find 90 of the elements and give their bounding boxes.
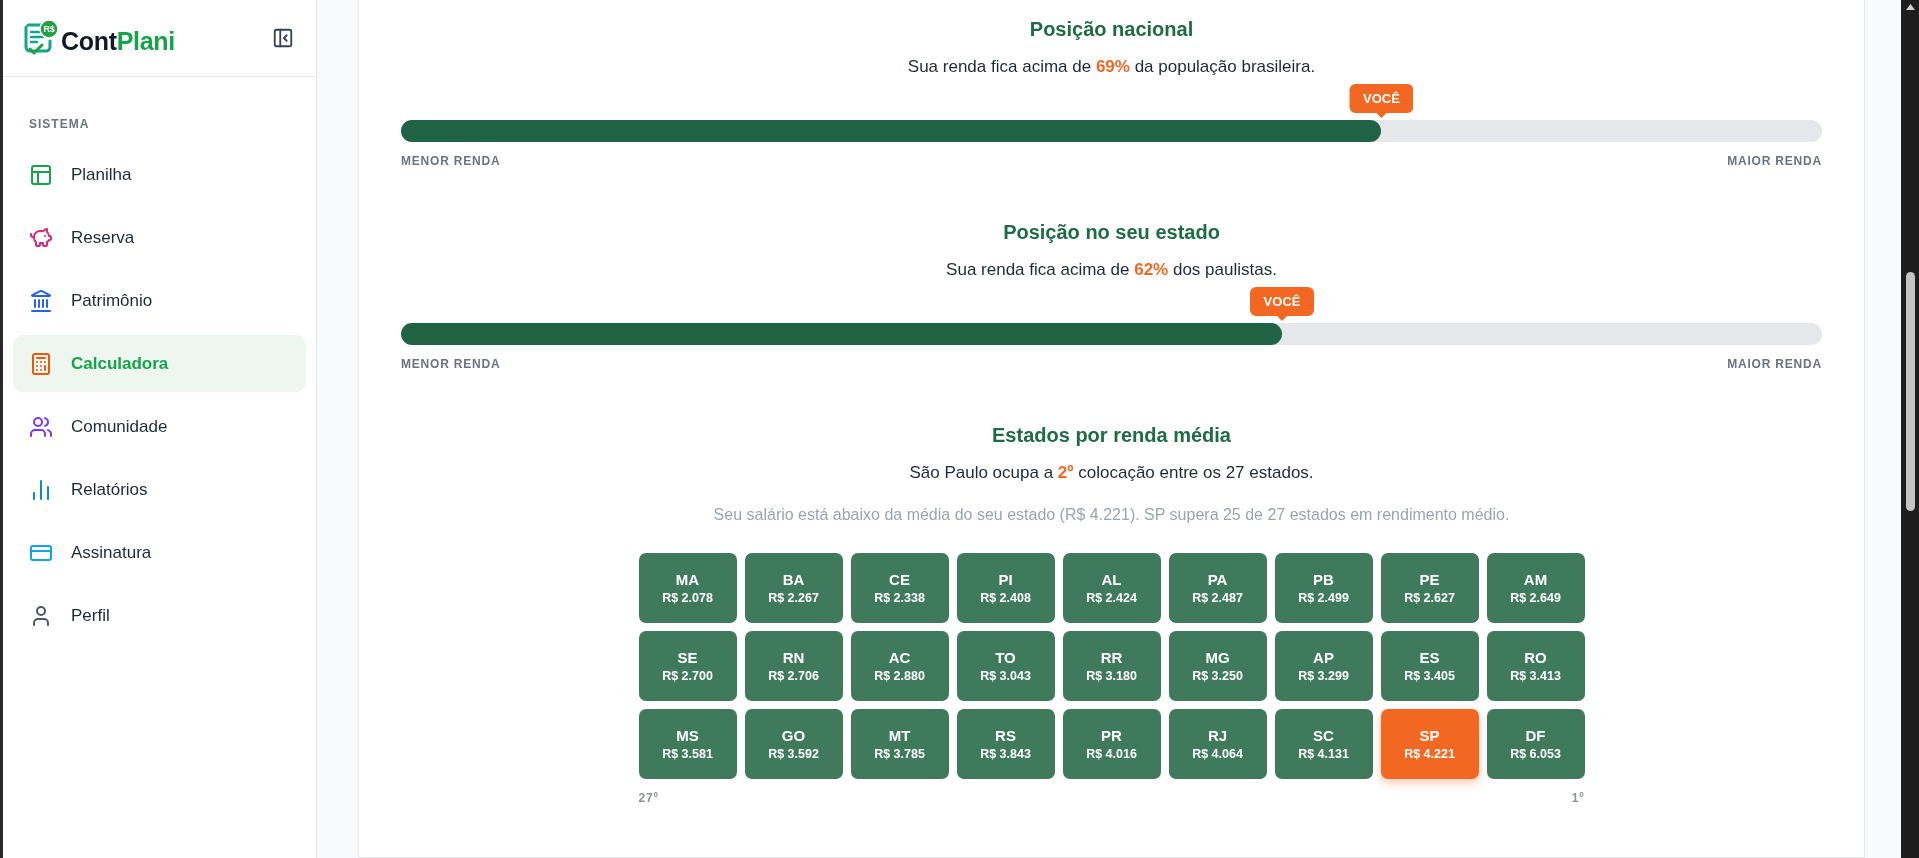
state-income: R$ 3.405 (1404, 668, 1455, 684)
users-icon (29, 414, 53, 439)
state-code: CE (889, 570, 910, 588)
state-income: R$ 2.627 (1404, 590, 1455, 606)
nav-item[interactable]: Planilha (13, 146, 306, 203)
state-code: RO (1524, 648, 1547, 666)
state-code: MS (676, 726, 699, 744)
scale-label: MENOR RENDA (401, 356, 501, 372)
state-code: GO (781, 726, 806, 744)
state-code: BA (782, 570, 805, 588)
state-income: R$ 3.299 (1298, 668, 1349, 684)
state-income: R$ 2.267 (768, 590, 819, 606)
scale-label: MAIOR RENDA (1727, 356, 1822, 372)
state-code: DF (1525, 726, 1546, 744)
nav-item[interactable]: Patrimônio (13, 272, 306, 329)
state-code: RR (1100, 648, 1123, 666)
scale-label: MENOR RENDA (401, 153, 501, 169)
calculator-icon (29, 351, 53, 376)
state-code: PA (1207, 570, 1228, 588)
state-code: PE (1419, 570, 1440, 588)
state-income: R$ 2.706 (768, 668, 819, 684)
section-text: Sua renda fica acima de 69% da população brasileira. (907, 56, 1316, 78)
nav-item[interactable]: Assinatura (13, 524, 306, 581)
state-income: R$ 6.053 (1510, 746, 1561, 762)
section-text: Sua renda fica acima de 62% dos paulistas. (946, 259, 1277, 281)
logo-icon (22, 19, 58, 57)
state-income: R$ 3.413 (1510, 668, 1561, 684)
state-code: AL (1101, 570, 1122, 588)
state-income: R$ 3.785 (874, 746, 925, 762)
section-title: Posição nacional (1029, 17, 1194, 42)
bank-building-icon (29, 288, 53, 313)
state-income: R$ 3.843 (980, 746, 1031, 762)
state-code: PB (1313, 570, 1334, 588)
state-income: R$ 2.649 (1510, 590, 1561, 606)
state-code: ES (1419, 648, 1440, 666)
state-code: MG (1205, 648, 1230, 666)
section-note: Seu salário está abaixo da média do seu estado (R$ 4.221). SP supera 25 de 27 estados em rendimento médio. (713, 505, 1510, 525)
state-income: R$ 3.592 (768, 746, 819, 762)
state-income: R$ 3.250 (1192, 668, 1243, 684)
state-code: AP (1313, 648, 1334, 666)
state-code: SP (1419, 726, 1440, 744)
state-code: MT (888, 726, 911, 744)
state-code: TO (995, 648, 1016, 666)
state-code: RN (782, 648, 805, 666)
section-text: São Paulo ocupa a 2º colocação entre os 27 estados. (909, 462, 1314, 484)
nav-item[interactable]: Reserva (13, 209, 306, 266)
state-income: R$ 2.338 (874, 590, 925, 606)
state-income: R$ 3.180 (1086, 668, 1137, 684)
rank-label: 1º (1571, 790, 1585, 806)
state-code: PI (998, 570, 1013, 588)
state-income: R$ 2.499 (1298, 590, 1349, 606)
state-income: R$ 2.880 (874, 668, 925, 684)
state-income: R$ 4.131 (1298, 746, 1349, 762)
nav-item[interactable]: Comunidade (13, 398, 306, 455)
state-code: MA (675, 570, 700, 588)
nav-item[interactable]: Relatórios (13, 461, 306, 518)
state-income: R$ 3.581 (662, 746, 713, 762)
state-income: R$ 2.700 (662, 668, 713, 684)
position-marker: VOCÊ (1349, 84, 1414, 118)
piggy-bank-icon (29, 225, 53, 250)
panel-collapse-icon (272, 27, 294, 49)
scroll-up-arrow-icon[interactable] (1905, 4, 1915, 10)
collapse-sidebar-button[interactable] (272, 27, 294, 49)
state-income: R$ 4.016 (1086, 746, 1137, 762)
state-income: R$ 2.424 (1086, 590, 1137, 606)
table-icon (29, 162, 53, 187)
state-income: R$ 4.221 (1404, 746, 1455, 762)
nav-section-label: SISTEMA (29, 116, 90, 132)
state-code: RJ (1207, 726, 1228, 744)
state-income: R$ 4.064 (1192, 746, 1243, 762)
state-code: SC (1313, 726, 1334, 744)
position-marker: VOCÊ (1250, 287, 1314, 321)
state-income: R$ 2.078 (662, 590, 713, 606)
state-code: RS (995, 726, 1016, 744)
scrollbar-track[interactable] (1901, 0, 1919, 858)
scrollbar-thumb[interactable] (1905, 272, 1915, 511)
logo-badge-text: R$ (42, 22, 56, 36)
state-code: SE (677, 648, 698, 666)
section-title: Posição no seu estado (1003, 220, 1220, 245)
state-code: PR (1101, 726, 1122, 744)
state-income: R$ 2.487 (1192, 590, 1243, 606)
state-income: R$ 2.408 (980, 590, 1031, 606)
nav-item[interactable]: Perfil (13, 587, 306, 644)
state-code: AC (888, 648, 911, 666)
state-income: R$ 3.043 (980, 668, 1031, 684)
state-code: AM (1523, 570, 1548, 588)
brand-name: ContPlani (61, 26, 175, 56)
scale-label: MAIOR RENDA (1727, 153, 1822, 169)
section-title: Estados por renda média (992, 423, 1231, 448)
rank-label: 27º (638, 790, 659, 806)
